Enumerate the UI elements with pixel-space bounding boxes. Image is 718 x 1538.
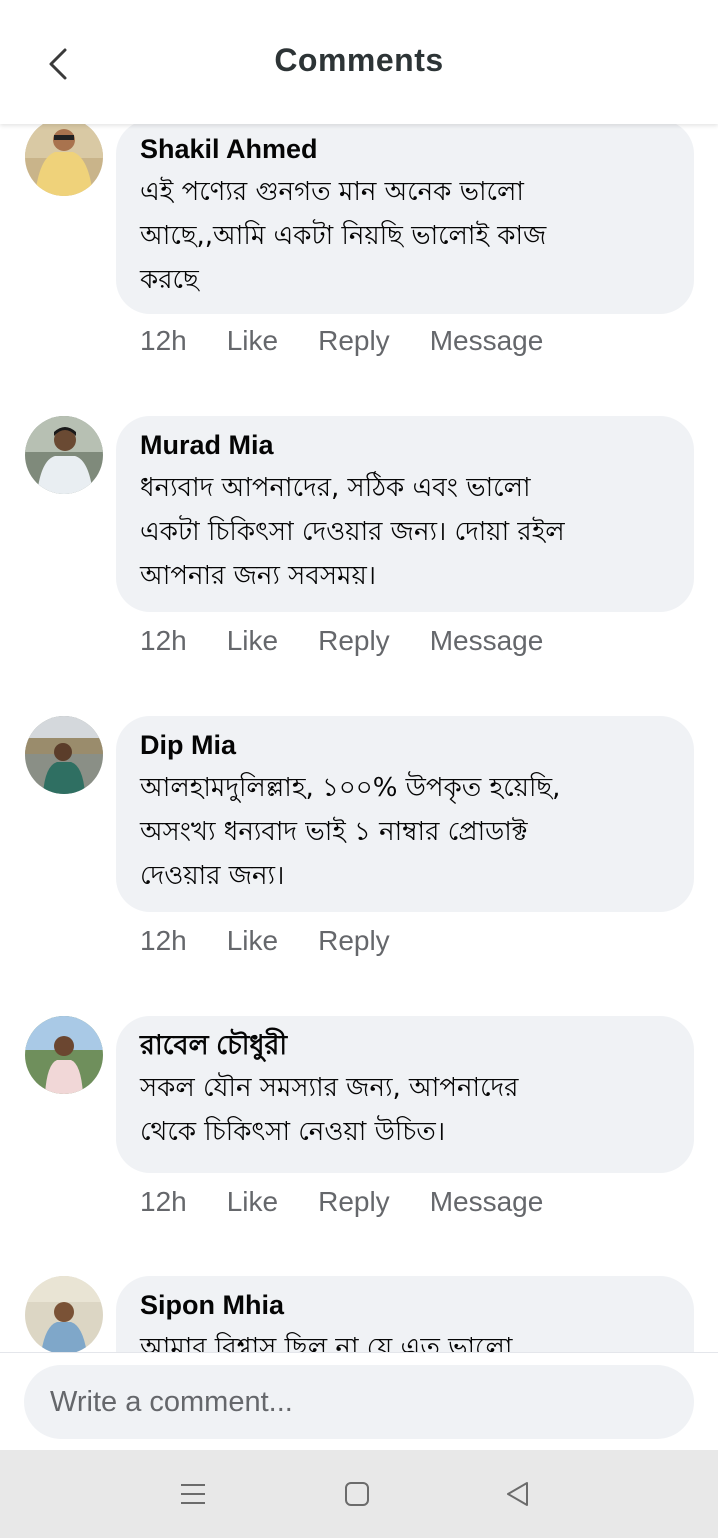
page-title: Comments	[274, 42, 444, 78]
comment-text: আমার বিশ্বাস ছিল না যে এত ভালো	[140, 1333, 513, 1352]
message-button[interactable]: Message	[430, 625, 544, 657]
nav-home-button[interactable]	[337, 1474, 377, 1514]
comment-bubble: Shakil Ahmed এই পণ্যের গুনগত মান অনেক ভা…	[116, 124, 694, 314]
avatar[interactable]	[25, 1276, 103, 1352]
comment-actions: 12h Like Reply Message	[140, 325, 583, 357]
system-nav-bar	[0, 1450, 718, 1538]
comment-text: আলহামদুলিল্লাহ, ১০০% উপকৃত হয়েছি, অসংখ্…	[140, 773, 561, 891]
reply-button[interactable]: Reply	[318, 925, 390, 957]
back-triangle-icon	[507, 1482, 528, 1506]
top-bar: Comments	[0, 0, 718, 124]
reply-button[interactable]: Reply	[318, 625, 390, 657]
nav-menu-button[interactable]	[173, 1474, 213, 1514]
avatar[interactable]	[25, 1016, 103, 1094]
comment-author[interactable]: Shakil Ahmed	[140, 132, 670, 166]
comment-timestamp: 12h	[140, 925, 187, 956]
avatar[interactable]	[25, 716, 103, 794]
comment-input[interactable]	[24, 1365, 694, 1439]
comment-timestamp: 12h	[140, 625, 187, 656]
home-square-icon	[345, 1482, 369, 1506]
avatar[interactable]	[25, 416, 103, 494]
comment-text: ধন্যবাদ আপনাদের, সঠিক এবং ভালো একটা চিকি…	[140, 473, 565, 591]
comment-bubble: Murad Mia ধন্যবাদ আপনাদের, সঠিক এবং ভালো…	[116, 416, 694, 612]
comment-bubble: Dip Mia আলহামদুলিল্লাহ, ১০০% উপকৃত হয়েছ…	[116, 716, 694, 912]
comment-author[interactable]: Murad Mia	[140, 428, 670, 462]
comment-author[interactable]: রাবেল চৌধুরী	[140, 1028, 670, 1062]
reply-button[interactable]: Reply	[318, 1186, 390, 1218]
comment-actions: 12h Like Reply Message	[140, 625, 583, 657]
comment-text: সকল যৌন সমস্যার জন্য, আপনাদের থেকে চিকিৎ…	[140, 1073, 519, 1147]
nav-back-button[interactable]	[498, 1474, 538, 1514]
avatar[interactable]	[25, 124, 103, 196]
menu-icon	[181, 1484, 205, 1504]
comment-actions: 12h Like Reply	[140, 925, 430, 957]
comment-composer	[0, 1352, 718, 1450]
comment-bubble: Sipon Mhia আমার বিশ্বাস ছিল না যে এত ভাল…	[116, 1276, 694, 1352]
comment-actions: 12h Like Reply Message	[140, 1186, 583, 1218]
like-button[interactable]: Like	[227, 925, 278, 957]
reply-button[interactable]: Reply	[318, 325, 390, 357]
comment-author[interactable]: Sipon Mhia	[140, 1288, 670, 1322]
like-button[interactable]: Like	[227, 1186, 278, 1218]
comment-list[interactable]: Shakil Ahmed এই পণ্যের গুনগত মান অনেক ভা…	[0, 124, 718, 1352]
message-button[interactable]: Message	[430, 1186, 544, 1218]
comment-timestamp: 12h	[140, 325, 187, 356]
like-button[interactable]: Like	[227, 325, 278, 357]
like-button[interactable]: Like	[227, 625, 278, 657]
message-button[interactable]: Message	[430, 325, 544, 357]
comment-timestamp: 12h	[140, 1186, 187, 1217]
comment-text: এই পণ্যের গুনগত মান অনেক ভালো আছে,,আমি এ…	[140, 177, 547, 295]
comment-author[interactable]: Dip Mia	[140, 728, 670, 762]
comment-bubble: রাবেল চৌধুরী সকল যৌন সমস্যার জন্য, আপনাদ…	[116, 1016, 694, 1173]
